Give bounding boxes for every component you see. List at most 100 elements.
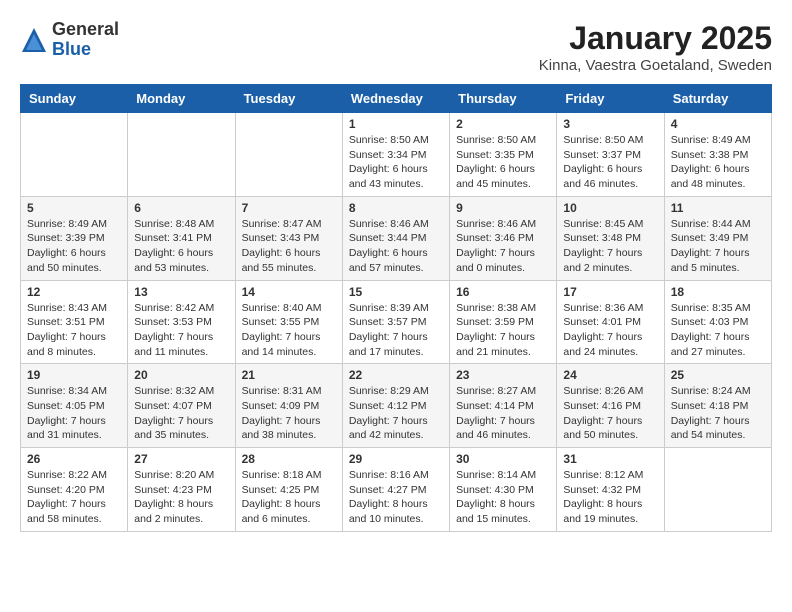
day-info: Sunrise: 8:46 AM Sunset: 3:46 PM Dayligh… [456, 217, 550, 276]
day-info: Sunrise: 8:44 AM Sunset: 3:49 PM Dayligh… [671, 217, 765, 276]
logo-text: General Blue [52, 20, 119, 60]
day-info: Sunrise: 8:49 AM Sunset: 3:38 PM Dayligh… [671, 133, 765, 192]
calendar-header-friday: Friday [557, 85, 664, 113]
day-info: Sunrise: 8:40 AM Sunset: 3:55 PM Dayligh… [242, 301, 336, 360]
calendar-cell: 9 Sunrise: 8:46 AM Sunset: 3:46 PM Daylig… [450, 196, 557, 280]
day-number: 11 [671, 201, 765, 215]
calendar-cell: 12Sunrise: 8:43 AM Sunset: 3:51 PM Dayli… [21, 280, 128, 364]
calendar-cell: 26 Sunrise: 8:22 AM Sunset: 4:20 PM Dayli… [21, 448, 128, 532]
calendar-cell: 30 Sunrise: 8:14 AM Sunset: 4:30 PM Dayli… [450, 448, 557, 532]
calendar-cell [128, 113, 235, 197]
day-number: 12 [27, 285, 121, 299]
calendar-cell: 25 Sunrise: 8:24 AM Sunset: 4:18 PM Dayli… [664, 364, 771, 448]
calendar-cell: 16 Sunrise: 8:38 AM Sunset: 3:59 PM Dayli… [450, 280, 557, 364]
calendar-week-row: 26 Sunrise: 8:22 AM Sunset: 4:20 PM Dayli… [21, 448, 772, 532]
day-number: 6 [134, 201, 228, 215]
day-number: 14 [242, 285, 336, 299]
calendar-cell: 13 Sunrise: 8:42 AM Sunset: 3:53 PM Dayli… [128, 280, 235, 364]
day-number: 1 [349, 117, 443, 131]
day-info: Sunrise: 8:48 AM Sunset: 3:41 PM Dayligh… [134, 217, 228, 276]
calendar-cell: 22Sunrise: 8:29 AM Sunset: 4:12 PM Dayli… [342, 364, 449, 448]
day-number: 9 [456, 201, 550, 215]
day-info: Sunrise: 8:39 AM Sunset: 3:57 PM Dayligh… [349, 301, 443, 360]
calendar-cell: 1 Sunrise: 8:50 AM Sunset: 3:34 PM Daylig… [342, 113, 449, 197]
page-title: January 2025 [539, 20, 772, 57]
calendar-header-wednesday: Wednesday [342, 85, 449, 113]
calendar-cell: 23 Sunrise: 8:27 AM Sunset: 4:14 PM Dayli… [450, 364, 557, 448]
calendar-cell: 4Sunrise: 8:49 AM Sunset: 3:38 PM Daylig… [664, 113, 771, 197]
calendar-header-tuesday: Tuesday [235, 85, 342, 113]
calendar-cell: 29 Sunrise: 8:16 AM Sunset: 4:27 PM Dayli… [342, 448, 449, 532]
day-number: 24 [563, 368, 657, 382]
day-info: Sunrise: 8:38 AM Sunset: 3:59 PM Dayligh… [456, 301, 550, 360]
calendar-header-row: SundayMondayTuesdayWednesdayThursdayFrid… [21, 85, 772, 113]
day-number: 25 [671, 368, 765, 382]
day-info: Sunrise: 8:14 AM Sunset: 4:30 PM Dayligh… [456, 468, 550, 527]
calendar-cell: 24 Sunrise: 8:26 AM Sunset: 4:16 PM Dayli… [557, 364, 664, 448]
logo-general: General [52, 20, 119, 40]
calendar-cell: 27Sunrise: 8:20 AM Sunset: 4:23 PM Dayli… [128, 448, 235, 532]
day-number: 7 [242, 201, 336, 215]
calendar-cell: 10 Sunrise: 8:45 AM Sunset: 3:48 PM Dayli… [557, 196, 664, 280]
day-info: Sunrise: 8:49 AM Sunset: 3:39 PM Dayligh… [27, 217, 121, 276]
day-info: Sunrise: 8:18 AM Sunset: 4:25 PM Dayligh… [242, 468, 336, 527]
day-info: Sunrise: 8:42 AM Sunset: 3:53 PM Dayligh… [134, 301, 228, 360]
day-info: Sunrise: 8:50 AM Sunset: 3:35 PM Dayligh… [456, 133, 550, 192]
day-number: 13 [134, 285, 228, 299]
day-number: 19 [27, 368, 121, 382]
calendar-table: SundayMondayTuesdayWednesdayThursdayFrid… [20, 84, 772, 532]
calendar-cell [664, 448, 771, 532]
day-number: 29 [349, 452, 443, 466]
day-info: Sunrise: 8:24 AM Sunset: 4:18 PM Dayligh… [671, 384, 765, 443]
day-number: 15 [349, 285, 443, 299]
day-info: Sunrise: 8:46 AM Sunset: 3:44 PM Dayligh… [349, 217, 443, 276]
day-info: Sunrise: 8:16 AM Sunset: 4:27 PM Dayligh… [349, 468, 443, 527]
day-info: Sunrise: 8:26 AM Sunset: 4:16 PM Dayligh… [563, 384, 657, 443]
calendar-cell: 5 Sunrise: 8:49 AM Sunset: 3:39 PM Daylig… [21, 196, 128, 280]
day-info: Sunrise: 8:36 AM Sunset: 4:01 PM Dayligh… [563, 301, 657, 360]
day-info: Sunrise: 8:45 AM Sunset: 3:48 PM Dayligh… [563, 217, 657, 276]
day-info: Sunrise: 8:22 AM Sunset: 4:20 PM Dayligh… [27, 468, 121, 527]
calendar-cell: 7Sunrise: 8:47 AM Sunset: 3:43 PM Daylig… [235, 196, 342, 280]
calendar-week-row: 5 Sunrise: 8:49 AM Sunset: 3:39 PM Daylig… [21, 196, 772, 280]
day-number: 8 [349, 201, 443, 215]
logo-icon [20, 26, 48, 54]
calendar-cell [235, 113, 342, 197]
day-info: Sunrise: 8:12 AM Sunset: 4:32 PM Dayligh… [563, 468, 657, 527]
calendar-cell: 28 Sunrise: 8:18 AM Sunset: 4:25 PM Dayli… [235, 448, 342, 532]
day-number: 23 [456, 368, 550, 382]
day-number: 30 [456, 452, 550, 466]
logo: General Blue [20, 20, 119, 60]
calendar-cell: 15 Sunrise: 8:39 AM Sunset: 3:57 PM Dayli… [342, 280, 449, 364]
day-info: Sunrise: 8:50 AM Sunset: 3:34 PM Dayligh… [349, 133, 443, 192]
page-header: General Blue January 2025 Kinna, Vaestra… [20, 20, 772, 74]
day-number: 5 [27, 201, 121, 215]
calendar-cell: 3 Sunrise: 8:50 AM Sunset: 3:37 PM Daylig… [557, 113, 664, 197]
calendar-cell: 18Sunrise: 8:35 AM Sunset: 4:03 PM Dayli… [664, 280, 771, 364]
calendar-cell: 20 Sunrise: 8:32 AM Sunset: 4:07 PM Dayli… [128, 364, 235, 448]
day-info: Sunrise: 8:50 AM Sunset: 3:37 PM Dayligh… [563, 133, 657, 192]
calendar-week-row: 19 Sunrise: 8:34 AM Sunset: 4:05 PM Dayli… [21, 364, 772, 448]
day-info: Sunrise: 8:32 AM Sunset: 4:07 PM Dayligh… [134, 384, 228, 443]
day-number: 10 [563, 201, 657, 215]
day-number: 3 [563, 117, 657, 131]
title-section: January 2025 Kinna, Vaestra Goetaland, S… [539, 20, 772, 74]
day-number: 17 [563, 285, 657, 299]
calendar-week-row: 12Sunrise: 8:43 AM Sunset: 3:51 PM Dayli… [21, 280, 772, 364]
day-number: 16 [456, 285, 550, 299]
calendar-cell: 6 Sunrise: 8:48 AM Sunset: 3:41 PM Daylig… [128, 196, 235, 280]
day-info: Sunrise: 8:35 AM Sunset: 4:03 PM Dayligh… [671, 301, 765, 360]
day-info: Sunrise: 8:29 AM Sunset: 4:12 PM Dayligh… [349, 384, 443, 443]
calendar-header-sunday: Sunday [21, 85, 128, 113]
day-number: 26 [27, 452, 121, 466]
calendar-cell: 2Sunrise: 8:50 AM Sunset: 3:35 PM Daylig… [450, 113, 557, 197]
day-number: 20 [134, 368, 228, 382]
day-info: Sunrise: 8:27 AM Sunset: 4:14 PM Dayligh… [456, 384, 550, 443]
calendar-cell: 31 Sunrise: 8:12 AM Sunset: 4:32 PM Dayli… [557, 448, 664, 532]
calendar-week-row: 1 Sunrise: 8:50 AM Sunset: 3:34 PM Daylig… [21, 113, 772, 197]
day-number: 28 [242, 452, 336, 466]
calendar-cell: 14 Sunrise: 8:40 AM Sunset: 3:55 PM Dayli… [235, 280, 342, 364]
day-info: Sunrise: 8:34 AM Sunset: 4:05 PM Dayligh… [27, 384, 121, 443]
day-info: Sunrise: 8:20 AM Sunset: 4:23 PM Dayligh… [134, 468, 228, 527]
day-number: 31 [563, 452, 657, 466]
